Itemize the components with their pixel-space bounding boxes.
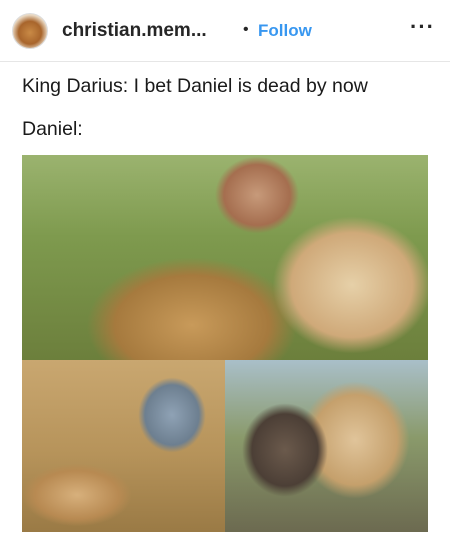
follow-button[interactable]: Follow (258, 21, 312, 41)
separator-dot: • (243, 21, 249, 38)
photo-man-lying-with-lioness (225, 360, 428, 532)
caption-line-2: Daniel: (22, 118, 83, 140)
caption-line-1: King Darius: I bet Daniel is dead by now (22, 75, 368, 97)
avatar[interactable] (12, 13, 48, 49)
photo-man-with-lions (22, 155, 428, 360)
more-options-icon[interactable]: ··· (410, 14, 435, 40)
photo-man-riding-lion (22, 360, 225, 532)
username[interactable]: christian.mem... (62, 20, 207, 42)
post-header: christian.mem... • Follow ··· (0, 0, 450, 62)
